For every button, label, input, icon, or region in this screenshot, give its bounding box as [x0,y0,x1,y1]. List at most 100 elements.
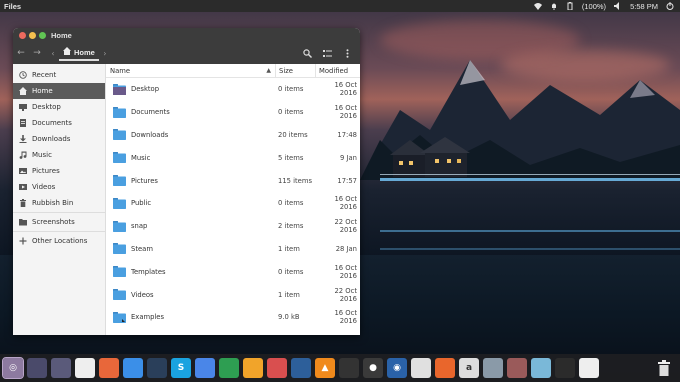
chrome-icon[interactable] [123,358,143,378]
file-row[interactable]: Downloads 20 items 17:48 [106,124,360,147]
file-name: Downloads [131,130,169,139]
sidebar-item-rubbish-bin[interactable]: Rubbish Bin [13,195,105,211]
maximize-window-button[interactable] [39,32,46,39]
inkscape-icon[interactable] [291,358,311,378]
file-row[interactable]: Templates 0 items 16 Oct 2016 [106,260,360,283]
file-row[interactable]: Music 5 items 9 Jan [106,146,360,169]
file-row[interactable]: Documents 0 items 16 Oct 2016 [106,101,360,124]
terminal-icon[interactable] [555,358,575,378]
folder-app-icon[interactable] [531,358,551,378]
column-header-name[interactable]: Name ▲ [106,67,275,75]
ubuntu-launcher-icon[interactable]: ◎ [2,357,24,379]
column-header-modified[interactable]: Modified [315,63,360,78]
mixer-icon[interactable] [507,358,527,378]
minimize-window-button[interactable] [29,32,36,39]
software-center-icon[interactable] [411,358,431,378]
search-icon[interactable] [302,48,312,58]
music-icon [19,151,27,159]
files-icon[interactable] [75,358,95,378]
sidebar-item-music[interactable]: Music [13,147,105,163]
steam-icon[interactable] [147,358,167,378]
path-bar-home-label: Home [74,47,95,57]
home-icon [19,87,27,95]
sidebar-item-screenshots[interactable]: Screenshots [13,214,105,230]
firefox-icon[interactable] [99,358,119,378]
trash-dock-icon[interactable] [654,358,674,378]
sidebar-item-downloads[interactable]: Downloads [13,131,105,147]
terminal-alt-icon[interactable] [339,358,359,378]
file-size: 0 items [278,267,304,276]
bridge-reflection [380,230,680,250]
workspace-2-icon[interactable] [51,358,71,378]
file-modified: 28 Jan [335,244,357,253]
screenshot-icon[interactable] [579,358,599,378]
file-name: snap [131,222,148,231]
vlc-icon[interactable]: ▲ [315,358,335,378]
power-icon[interactable] [666,2,674,10]
battery-icon[interactable] [566,2,574,11]
file-row[interactable]: Public 0 items 16 Oct 2016 [106,192,360,215]
wifi-icon[interactable] [533,2,542,10]
view-options-icon[interactable] [322,48,332,58]
file-size: 0 items [278,108,304,117]
downloads-folder-icon [113,129,126,141]
file-modified: 22 Oct 2016 [334,286,357,303]
file-name: Music [131,153,151,162]
active-app-name[interactable]: Files [0,2,21,11]
forward-button[interactable]: → [29,48,45,58]
path-scroll-right-button[interactable]: › [99,49,111,58]
clock-time[interactable]: 5:58 PM [630,2,658,11]
writer-icon[interactable] [267,358,287,378]
sidebar-item-label: Videos [32,183,56,191]
sidebar-item-other-locations[interactable]: Other Locations [13,233,105,249]
sidebar-item-label: Music [32,151,52,159]
file-row[interactable]: snap 2 items 22 Oct 2016 [106,215,360,238]
file-row[interactable]: Steam 1 item 28 Jan [106,238,360,261]
file-row[interactable]: Examples 9.0 kB 16 Oct 2016 [106,306,360,329]
workspace-1-icon[interactable] [27,358,47,378]
sidebar-item-label: Pictures [32,167,60,175]
camera-icon[interactable]: ◉ [387,358,407,378]
file-row[interactable]: Videos 1 item 22 Oct 2016 [106,283,360,306]
dock-apps: ◎ S ▲ ● ◉ a [2,357,599,379]
file-name: Pictures [131,176,158,185]
file-size: 20 items [278,130,308,139]
amazon-icon[interactable]: a [459,358,479,378]
dock-glyph: S [177,363,185,373]
menu-icon[interactable] [342,48,352,58]
sidebar-item-recent[interactable]: Recent [13,67,105,83]
file-name: Documents [131,108,170,117]
file-row[interactable]: Desktop 0 items 16 Oct 2016 [106,78,360,101]
toolbar-tools [302,48,360,58]
obs-icon[interactable]: ● [363,358,383,378]
file-name-cell: Examples [106,311,275,323]
sidebar-item-videos[interactable]: Videos [13,179,105,195]
window-titlebar[interactable]: Home ← → ‹ Home › [13,28,360,64]
path-bar-home[interactable]: Home [59,45,99,61]
docs-icon[interactable] [195,358,215,378]
sidebar-item-desktop[interactable]: Desktop [13,99,105,115]
sheets-icon[interactable] [219,358,239,378]
file-name-cell: Desktop [106,83,275,95]
sidebar-item-documents[interactable]: Documents [13,115,105,131]
volume-icon[interactable] [614,2,622,10]
slides-icon[interactable] [243,358,263,378]
folder-icon [113,243,126,255]
file-name: Desktop [131,85,160,94]
document-icon [19,119,27,127]
path-scroll-left-button[interactable]: ‹ [47,49,59,58]
back-button[interactable]: ← [13,48,29,58]
shopping-icon[interactable] [435,358,455,378]
file-row[interactable]: Pictures 115 items 17:57 [106,169,360,192]
file-name-cell: Videos [106,289,275,301]
bell-icon[interactable] [550,2,558,10]
close-window-button[interactable] [19,32,26,39]
sidebar-item-label: Home [32,87,53,95]
file-modified: 22 Oct 2016 [334,218,357,235]
sidebar-item-pictures[interactable]: Pictures [13,163,105,179]
sidebar-item-home[interactable]: Home [13,83,105,99]
skype-icon[interactable]: S [171,358,191,378]
column-header-size[interactable]: Size [275,63,315,78]
file-modified: 17:48 [337,130,357,139]
equalizer-icon[interactable] [483,358,503,378]
